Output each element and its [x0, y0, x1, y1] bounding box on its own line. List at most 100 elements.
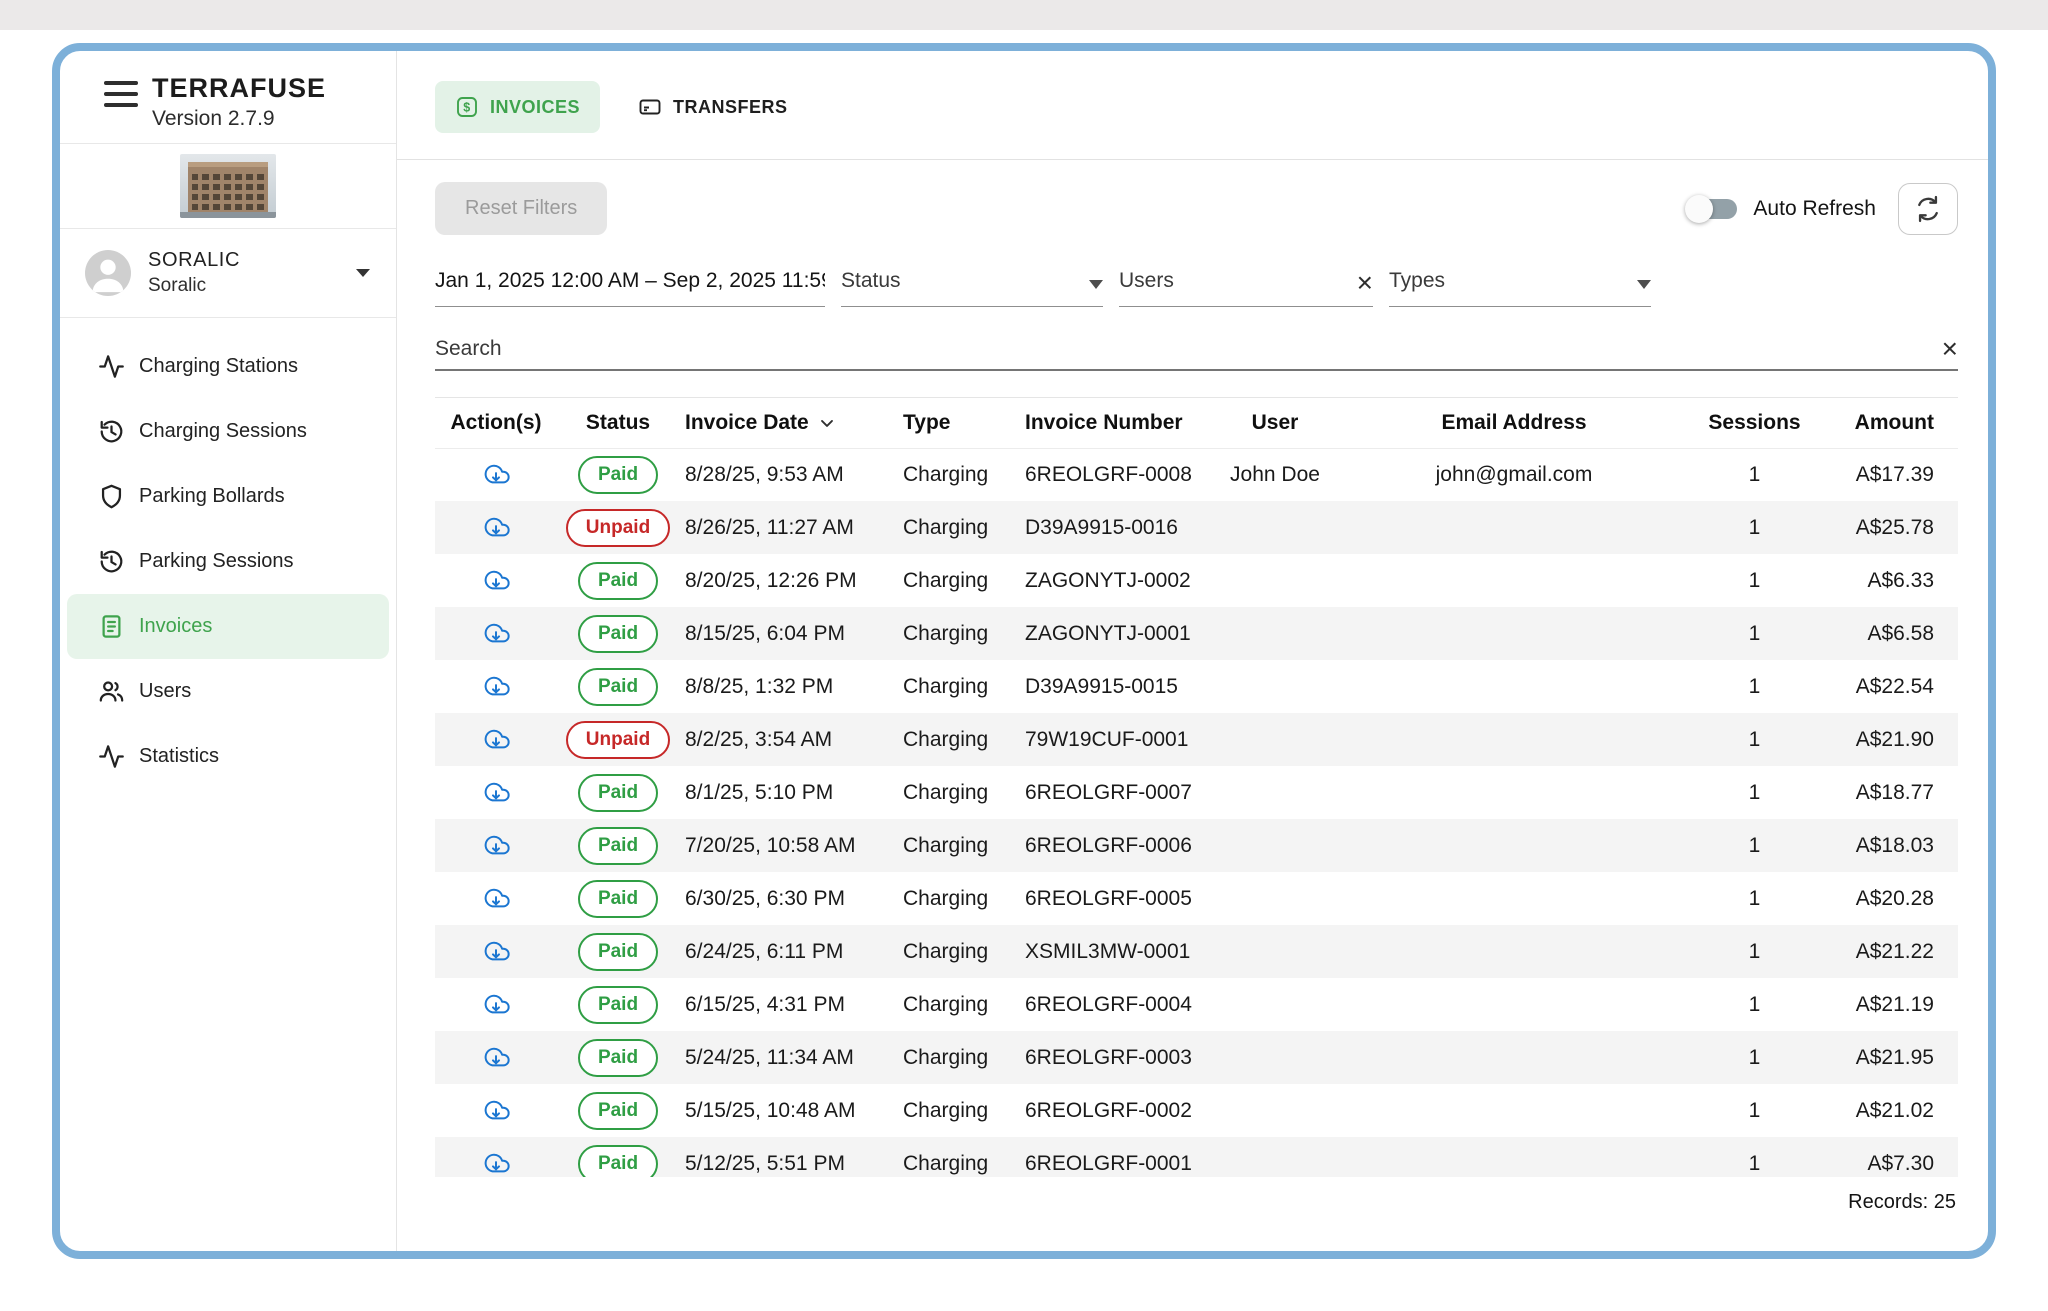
status-badge: Paid [578, 774, 658, 812]
status-badge: Paid [578, 827, 658, 865]
type-cell: Charging [891, 978, 1013, 1031]
invoice-table-body: Paid8/28/25, 9:53 AMCharging6REOLGRF-000… [435, 448, 1958, 1177]
actions-cell [435, 554, 557, 607]
sessions-cell: 1 [1679, 448, 1830, 501]
download-invoice-button[interactable] [478, 933, 514, 969]
status-cell: Paid [557, 766, 679, 819]
column-header-email-address[interactable]: Email Address [1349, 398, 1679, 448]
invoice-date-cell: 8/28/25, 9:53 AM [679, 448, 891, 501]
sidebar-item-charging-sessions[interactable]: Charging Sessions [67, 399, 389, 464]
sidebar-item-invoices[interactable]: Invoices [67, 594, 389, 659]
invoice-number-cell: D39A9915-0015 [1013, 660, 1201, 713]
user-cell [1201, 819, 1349, 872]
users-icon [98, 678, 125, 705]
activity-icon [98, 743, 125, 770]
reset-filters-button[interactable]: Reset Filters [435, 182, 607, 235]
menu-icon[interactable] [104, 81, 138, 107]
column-header-invoice-date[interactable]: Invoice Date [679, 398, 891, 448]
type-cell: Charging [891, 819, 1013, 872]
date-range-input[interactable]: Jan 1, 2025 12:00 AM – Sep 2, 2025 11:59… [435, 269, 825, 307]
main-content: $ INVOICES TRANSFERS Reset Filters Auto … [397, 51, 1988, 1251]
download-invoice-button[interactable] [478, 986, 514, 1022]
invoice-number-cell: D39A9915-0016 [1013, 501, 1201, 554]
toolbar: Reset Filters Auto Refresh [435, 182, 1958, 235]
clear-users-icon[interactable]: × [1357, 273, 1373, 293]
amount-cell: A$21.22 [1830, 925, 1958, 978]
actions-cell [435, 713, 557, 766]
user-cell [1201, 607, 1349, 660]
dropdown-arrow-icon [1089, 280, 1103, 289]
activity-icon [98, 353, 125, 380]
download-invoice-button[interactable] [478, 456, 514, 492]
sidebar: TERRAFUSE Version 2.7.9 [60, 51, 397, 1251]
site-photo [60, 144, 396, 229]
sidebar-item-parking-sessions[interactable]: Parking Sessions [67, 529, 389, 594]
sidebar-item-parking-bollards[interactable]: Parking Bollards [67, 464, 389, 529]
column-header-type[interactable]: Type [891, 398, 1013, 448]
cloud-download-icon [482, 566, 510, 594]
tab-transfers[interactable]: TRANSFERS [618, 81, 808, 133]
column-header-status[interactable]: Status [557, 398, 679, 448]
invoice-row: Paid8/8/25, 1:32 PMChargingD39A9915-0015… [435, 660, 1958, 713]
cloud-download-icon [482, 990, 510, 1018]
types-select-label: Types [1389, 269, 1445, 293]
search-input[interactable] [435, 337, 1942, 361]
status-badge: Paid [578, 986, 658, 1024]
download-invoice-button[interactable] [478, 615, 514, 651]
download-invoice-button[interactable] [478, 774, 514, 810]
download-invoice-button[interactable] [478, 1145, 514, 1178]
email-cell [1349, 1084, 1679, 1137]
sidebar-item-charging-stations[interactable]: Charging Stations [67, 334, 389, 399]
column-header-action-s[interactable]: Action(s) [435, 398, 557, 448]
download-invoice-button[interactable] [478, 1092, 514, 1128]
user-cell [1201, 501, 1349, 554]
org-selector[interactable]: SORALIC Soralic [60, 229, 396, 318]
invoice-number-cell: 6REOLGRF-0005 [1013, 872, 1201, 925]
column-label: Email Address [1441, 411, 1586, 434]
download-invoice-button[interactable] [478, 721, 514, 757]
org-account: Soralic [148, 275, 240, 297]
tab-invoices[interactable]: $ INVOICES [435, 81, 600, 133]
cloud-download-icon [482, 1096, 510, 1124]
column-header-invoice-number[interactable]: Invoice Number [1013, 398, 1201, 448]
download-invoice-button[interactable] [478, 880, 514, 916]
refresh-button[interactable] [1898, 183, 1958, 235]
invoice-row: Paid5/12/25, 5:51 PMCharging6REOLGRF-000… [435, 1137, 1958, 1177]
sessions-cell: 1 [1679, 554, 1830, 607]
email-cell [1349, 1031, 1679, 1084]
users-select[interactable]: Users × [1119, 269, 1373, 307]
invoice-row: Paid7/20/25, 10:58 AMCharging6REOLGRF-00… [435, 819, 1958, 872]
status-cell: Paid [557, 978, 679, 1031]
status-cell: Paid [557, 925, 679, 978]
download-invoice-button[interactable] [478, 509, 514, 545]
building-image [180, 154, 276, 218]
search-clear-icon[interactable]: × [1942, 339, 1958, 359]
download-invoice-button[interactable] [478, 668, 514, 704]
sort-arrow-icon[interactable] [817, 413, 837, 433]
download-invoice-button[interactable] [478, 562, 514, 598]
sessions-cell: 1 [1679, 978, 1830, 1031]
svg-text:$: $ [463, 100, 470, 114]
actions-cell [435, 1137, 557, 1177]
download-invoice-button[interactable] [478, 1039, 514, 1075]
invoice-number-cell: ZAGONYTJ-0001 [1013, 607, 1201, 660]
download-invoice-button[interactable] [478, 827, 514, 863]
invoice-number-cell: 6REOLGRF-0002 [1013, 1084, 1201, 1137]
column-header-amount[interactable]: Amount [1830, 398, 1958, 448]
sidebar-item-label: Statistics [139, 745, 219, 768]
sidebar-item-statistics[interactable]: Statistics [67, 724, 389, 789]
invoice-table: Action(s)StatusInvoice DateTypeInvoice N… [435, 397, 1958, 1177]
actions-cell [435, 607, 557, 660]
app-window: TERRAFUSE Version 2.7.9 [52, 43, 1996, 1259]
type-cell: Charging [891, 925, 1013, 978]
status-select[interactable]: Status [841, 269, 1103, 307]
history-icon [98, 418, 125, 445]
user-cell [1201, 1084, 1349, 1137]
column-header-user[interactable]: User [1201, 398, 1349, 448]
column-header-sessions[interactable]: Sessions [1679, 398, 1830, 448]
amount-cell: A$6.33 [1830, 554, 1958, 607]
sidebar-item-users[interactable]: Users [67, 659, 389, 724]
sidebar-item-label: Charging Sessions [139, 420, 307, 443]
types-select[interactable]: Types [1389, 269, 1651, 307]
auto-refresh-toggle[interactable] [1687, 199, 1737, 219]
